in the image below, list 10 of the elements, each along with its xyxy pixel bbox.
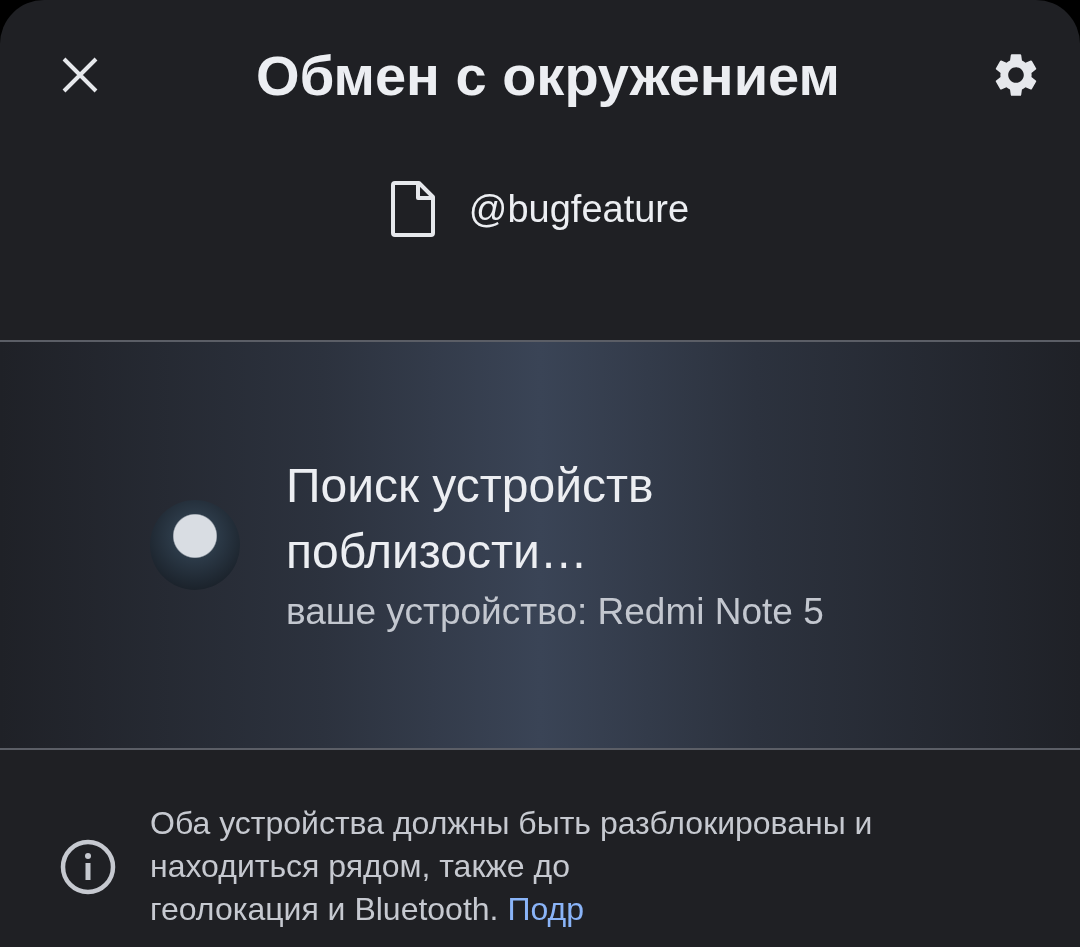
file-name: @bugfeature <box>468 187 690 231</box>
info-icon <box>60 838 116 895</box>
info-text: геолокация и Bluetooth. <box>150 890 499 929</box>
dialog-title: Обмен с окружением <box>256 42 840 108</box>
file-icon <box>390 181 435 237</box>
info-text: Оба устройства должны быть разблокированы и <box>150 804 873 843</box>
more-link[interactable]: Подр <box>507 888 585 931</box>
info-text: находиться рядом, также до <box>150 847 571 886</box>
search-status: Поиск устройств поблизости… <box>286 458 655 580</box>
device-name: ваше устройство: Redmi Note 5 <box>286 590 824 634</box>
